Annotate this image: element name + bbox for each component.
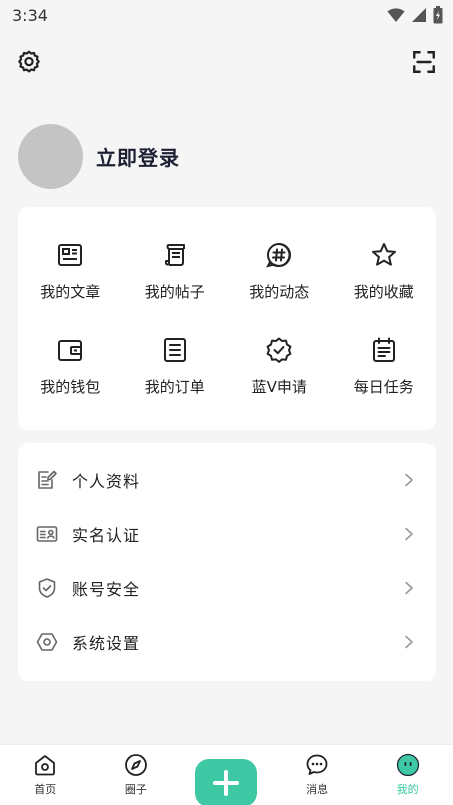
- grid-item-daily-tasks[interactable]: 每日任务: [332, 336, 437, 397]
- tab-label: 首页: [34, 783, 57, 796]
- publish-button[interactable]: [195, 759, 258, 805]
- grid-item-blue-v-apply[interactable]: 蓝V申请: [227, 336, 332, 397]
- chat-icon: [306, 754, 328, 775]
- compass-icon: [124, 754, 147, 776]
- list-item-system-settings[interactable]: 系统设置: [18, 615, 436, 669]
- top-bar: [0, 44, 453, 80]
- list-item-label: 系统设置: [72, 634, 141, 653]
- login-link[interactable]: 立即登录: [96, 142, 180, 171]
- article-icon: [58, 244, 83, 266]
- scan-icon[interactable]: [411, 49, 437, 75]
- signal-icon: [412, 8, 426, 22]
- grid-item-label: 我的收藏: [353, 283, 414, 301]
- order-icon: [163, 338, 186, 362]
- tab-label: 消息: [306, 783, 329, 796]
- tab-messages[interactable]: 消息: [272, 745, 362, 797]
- hashtag-icon: [266, 243, 292, 268]
- hexagon-settings-icon: [36, 633, 58, 651]
- bottom-tab-bar: 首页 圈子 消息 我的: [0, 744, 453, 805]
- grid-item-my-posts[interactable]: 我的帖子: [123, 241, 228, 302]
- grid-item-my-articles[interactable]: 我的文章: [18, 241, 123, 302]
- avatar[interactable]: [18, 123, 83, 189]
- status-time: 3:34: [12, 5, 48, 25]
- post-icon: [164, 244, 185, 266]
- edit-profile-icon: [38, 470, 57, 489]
- chevron-right-icon: [405, 527, 413, 541]
- list-item-label: 账号安全: [72, 580, 141, 599]
- grid-item-label: 我的帖子: [144, 283, 205, 301]
- tab-circle[interactable]: 圈子: [91, 745, 181, 797]
- status-bar: 3:34: [0, 0, 453, 30]
- grid-item-label: 我的动态: [249, 283, 310, 301]
- chevron-right-icon: [405, 635, 413, 649]
- grid-item-my-orders[interactable]: 我的订单: [123, 336, 228, 397]
- wifi-icon: [387, 8, 405, 22]
- tab-mine[interactable]: 我的: [363, 745, 453, 797]
- profile-header[interactable]: 立即登录: [18, 123, 180, 189]
- chevron-right-icon: [405, 581, 413, 595]
- grid-item-label: 我的钱包: [40, 378, 101, 396]
- list-item-label: 实名认证: [72, 526, 141, 545]
- grid-item-my-favorites[interactable]: 我的收藏: [332, 241, 437, 302]
- tab-home[interactable]: 首页: [0, 745, 90, 797]
- verified-badge-icon: [266, 337, 292, 363]
- wallet-icon: [58, 340, 83, 361]
- gear-icon[interactable]: [16, 49, 42, 75]
- tab-label: 我的: [396, 783, 419, 796]
- list-item-account-security[interactable]: 账号安全: [18, 561, 436, 615]
- tab-label: 圈子: [124, 783, 147, 796]
- chevron-right-icon: [405, 473, 413, 487]
- shield-icon: [38, 578, 56, 598]
- grid-item-label: 蓝V申请: [251, 378, 307, 396]
- list-item-real-name-verification[interactable]: 实名认证: [18, 507, 436, 561]
- calendar-task-icon: [372, 337, 395, 362]
- list-item-personal-info[interactable]: 个人资料: [18, 453, 436, 507]
- tab-publish[interactable]: [181, 745, 271, 805]
- mine-face-icon: [396, 753, 419, 777]
- home-icon: [35, 755, 56, 776]
- star-icon: [371, 243, 396, 266]
- grid-item-label: 我的文章: [40, 283, 101, 301]
- grid-item-label: 每日任务: [353, 378, 414, 396]
- feature-grid: 我的文章 我的帖子 我的动态 我的收藏 我的钱包 我的订单 蓝V申请 每日任务: [18, 207, 436, 397]
- battery-icon: [433, 6, 443, 24]
- id-card-icon: [36, 526, 58, 542]
- feature-grid-card: 我的文章 我的帖子 我的动态 我的收藏 我的钱包 我的订单 蓝V申请 每日任务: [18, 207, 436, 430]
- plus-icon: [213, 770, 240, 796]
- grid-item-my-wallet[interactable]: 我的钱包: [18, 336, 123, 397]
- settings-list-card: 个人资料 实名认证 账号安全 系统设置: [18, 443, 436, 681]
- list-item-label: 个人资料: [72, 472, 141, 491]
- grid-item-label: 我的订单: [144, 378, 205, 396]
- grid-item-my-moments[interactable]: 我的动态: [227, 241, 332, 302]
- status-icons: [387, 6, 443, 24]
